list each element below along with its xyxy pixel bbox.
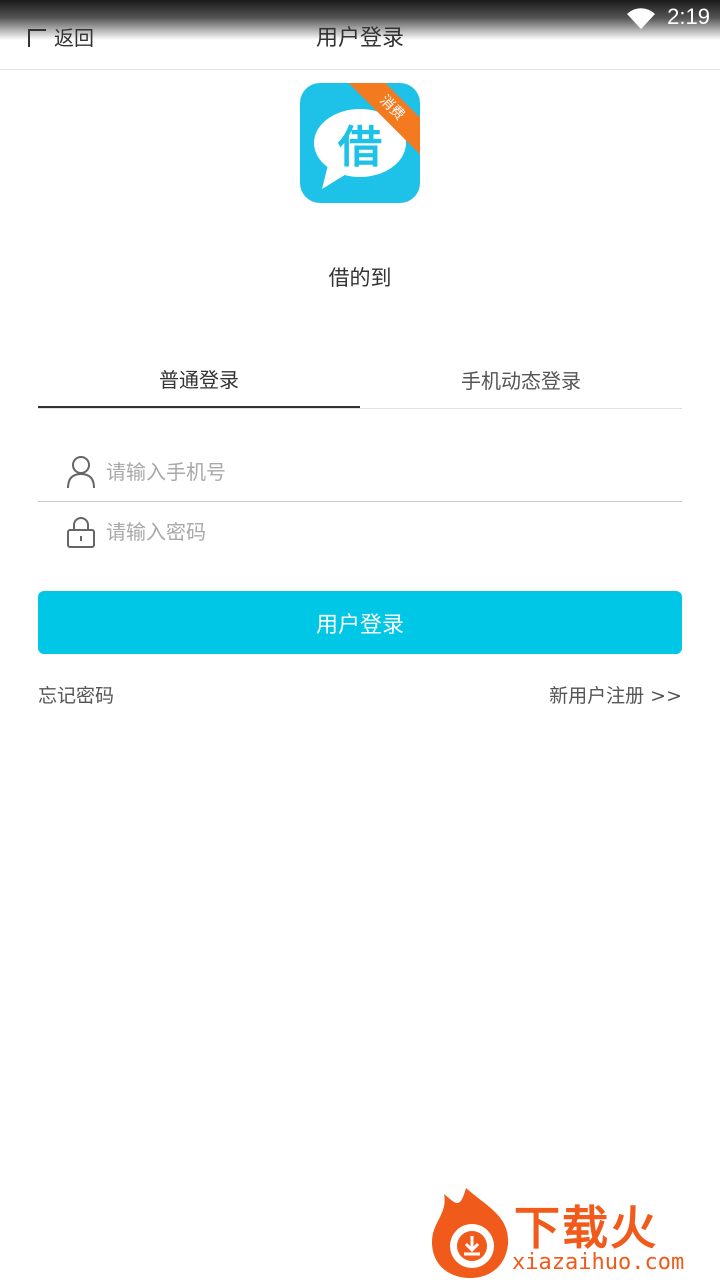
flame-logo-icon (432, 1188, 509, 1278)
phone-input[interactable] (106, 451, 646, 492)
phone-field (38, 442, 682, 502)
login-button[interactable]: 用户登录 (38, 591, 682, 654)
app-logo: 借 消费 (300, 83, 420, 203)
watermark-url: xiazaihuo.com (512, 1250, 685, 1275)
header: 返回 用户登录 (0, 0, 720, 70)
lock-icon (67, 517, 95, 548)
user-icon (67, 455, 95, 488)
app-name: 借的到 (328, 266, 392, 290)
register-link[interactable]: 新用户注册 >> (549, 681, 682, 708)
login-tabs: 普通登录 手机动态登录 (38, 350, 682, 409)
tab-sms-login[interactable]: 手机动态登录 (360, 350, 682, 408)
watermark: 下载火 xiazaihuo.com (426, 1186, 720, 1280)
password-field (38, 502, 682, 562)
password-input[interactable] (106, 512, 646, 552)
watermark-brand: 下载火 (514, 1201, 658, 1255)
page-title: 用户登录 (315, 26, 404, 51)
tab-normal-login[interactable]: 普通登录 (38, 350, 360, 408)
forgot-password-link[interactable]: 忘记密码 (38, 681, 114, 708)
